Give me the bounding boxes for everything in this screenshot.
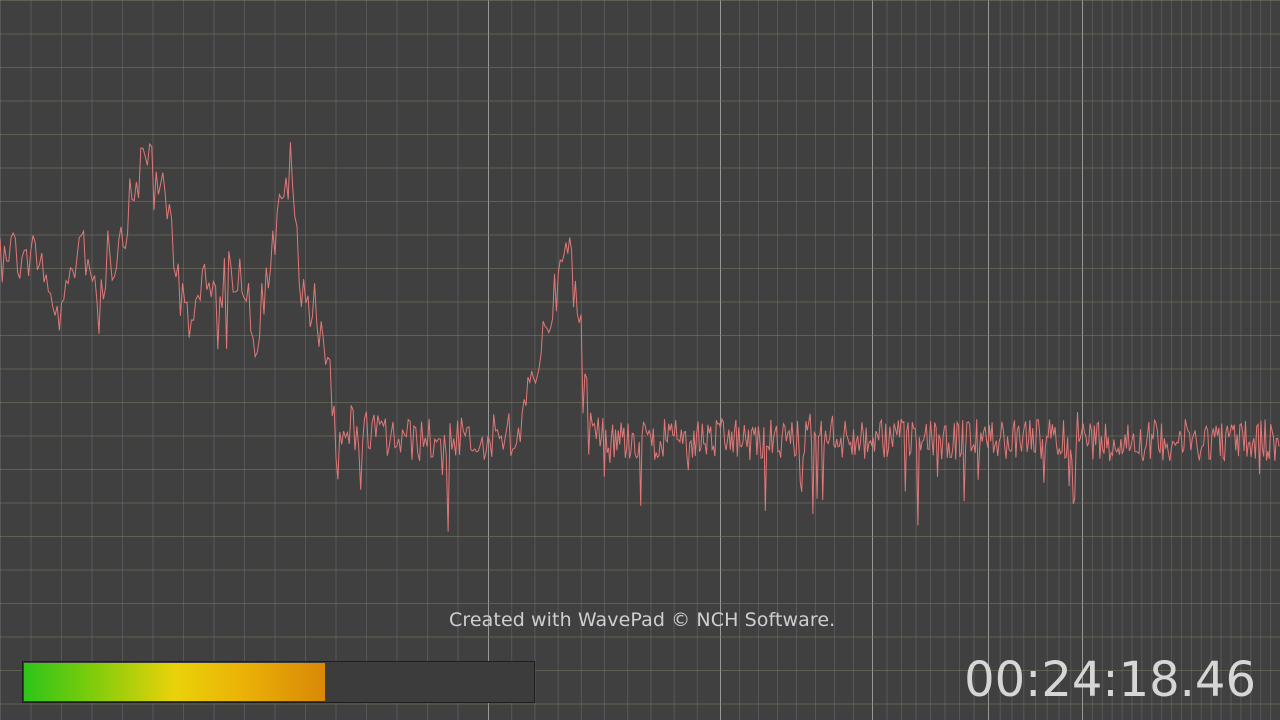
level-meter [22,661,535,703]
spectrum-trace [0,142,1280,532]
timecode-display: 00:24:18.46 [964,652,1256,708]
watermark-text: Created with WavePad © NCH Software. [449,609,836,631]
level-meter-fill [24,663,325,701]
spectrum-display: Created with WavePad © NCH Software. 00:… [0,0,1280,720]
horizontal-grid-lines [0,0,1280,705]
